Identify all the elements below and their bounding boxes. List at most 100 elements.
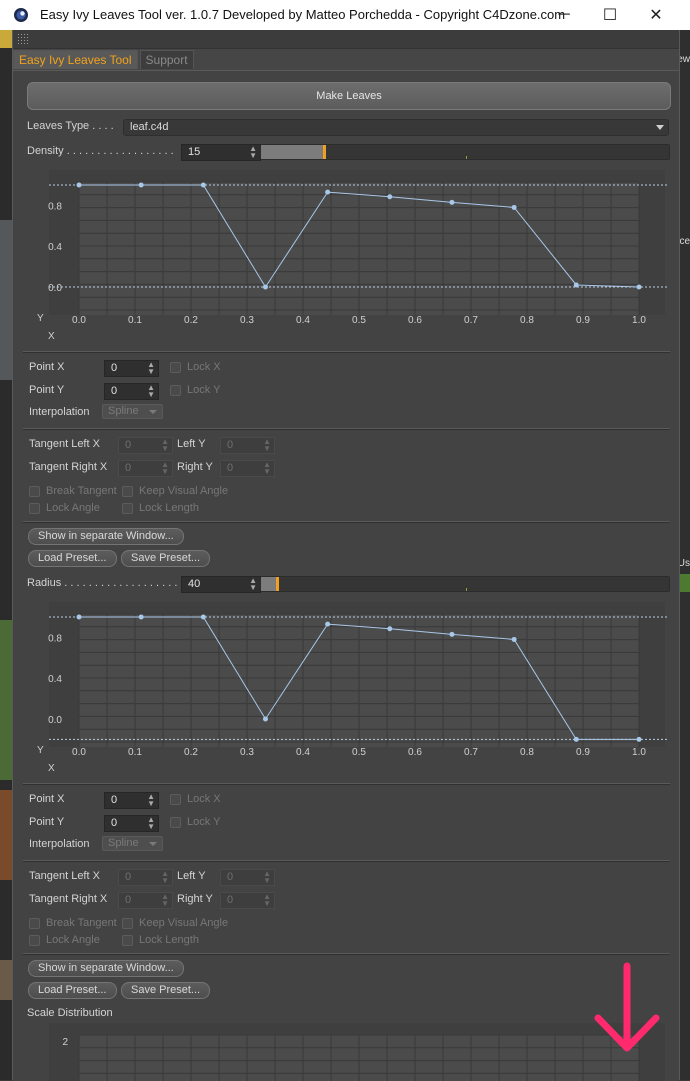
- spline-point: [449, 631, 455, 637]
- radius-slider[interactable]: [260, 576, 670, 592]
- point-y-value: 0: [111, 817, 118, 829]
- window-title: Easy Ivy Leaves Tool ver. 1.0.7 Develope…: [40, 7, 566, 22]
- spinner-icon[interactable]: ▲ ▼: [249, 577, 257, 592]
- maximize-button[interactable]: ☐: [587, 0, 633, 30]
- checkbox-box[interactable]: [29, 917, 40, 929]
- spline-point: [325, 189, 331, 195]
- spline-point: [325, 621, 331, 627]
- interpolation-value: Spline: [108, 405, 139, 417]
- tangent-left-x-input[interactable]: 0 ▲ ▼: [118, 437, 173, 454]
- radius-input[interactable]: 40 ▲ ▼: [181, 576, 261, 593]
- annotation-arrow-down-icon: [594, 962, 660, 1052]
- checkbox-box[interactable]: [122, 917, 133, 929]
- spline-point: [636, 284, 642, 290]
- checkbox-box[interactable]: [122, 502, 133, 514]
- minimize-button[interactable]: ─: [541, 0, 587, 30]
- lock-x-checkbox[interactable]: Lock X: [170, 793, 221, 805]
- lock-x-checkbox[interactable]: Lock X: [170, 361, 221, 373]
- radius-spline-chart[interactable]: 0.8 0.4 0.0 0.0 0.1 0.2 0.3 0.4 0.5 0.6 0.7 0.8 0.9 1…: [13, 602, 679, 798]
- lock-angle-checkbox[interactable]: Lock Angle: [29, 934, 100, 946]
- checkbox-box[interactable]: [122, 934, 133, 946]
- checkbox-box[interactable]: [29, 934, 40, 946]
- spinner-icon[interactable]: ▲ ▼: [147, 384, 155, 399]
- checkbox-box[interactable]: [170, 361, 181, 373]
- point-x-input[interactable]: 0 ▲ ▼: [104, 360, 159, 377]
- make-leaves-button[interactable]: Make Leaves: [27, 82, 671, 110]
- divider: [23, 860, 670, 862]
- density-spline-chart[interactable]: 0.8 0.4 0.0 0.0 0.1 0.2 0.3 0.4 0.5 0.6 0.7 0.8 0.9 1…: [13, 170, 679, 366]
- y-tick-label: 0.4: [48, 242, 62, 253]
- interpolation-value: Spline: [108, 837, 139, 849]
- break-tangent-checkbox[interactable]: Break Tangent: [29, 917, 117, 929]
- spinner-icon[interactable]: ▲ ▼: [147, 816, 155, 831]
- tangent-right-x-input[interactable]: 0 ▲ ▼: [118, 892, 173, 909]
- left-y-value: 0: [227, 871, 234, 883]
- checkbox-box[interactable]: [29, 502, 40, 514]
- density-input[interactable]: 15 ▲ ▼: [181, 144, 261, 161]
- lock-y-checkbox[interactable]: Lock Y: [170, 816, 220, 828]
- x-tick-label: 0.2: [184, 315, 198, 326]
- save-preset-button[interactable]: Save Preset...: [121, 550, 211, 567]
- lock-length-checkbox[interactable]: Lock Length: [122, 502, 199, 514]
- close-button[interactable]: ✕: [633, 0, 679, 30]
- load-preset-button[interactable]: Load Preset...: [28, 550, 117, 567]
- scale-distribution-chart[interactable]: 2: [13, 1023, 679, 1081]
- checkbox-box[interactable]: [122, 485, 133, 497]
- point-x-input[interactable]: 0 ▲ ▼: [104, 792, 159, 809]
- spline-point: [511, 636, 517, 642]
- right-y-input[interactable]: 0 ▲ ▼: [220, 892, 275, 909]
- leaves-type-label: Leaves Type . . . .: [27, 120, 114, 132]
- chevron-down-icon: [656, 125, 664, 130]
- left-y-value: 0: [227, 439, 234, 451]
- tangent-right-x-value: 0: [125, 462, 132, 474]
- save-preset-button[interactable]: Save Preset...: [121, 982, 211, 999]
- spinner-icon: ▲ ▼: [161, 869, 169, 885]
- spline-point: [636, 736, 642, 742]
- keep-visual-angle-label: Keep Visual Angle: [139, 917, 229, 929]
- show-in-separate-window-button[interactable]: Show in separate Window...: [28, 528, 184, 545]
- radius-slider-handle[interactable]: [276, 577, 279, 591]
- interpolation-select[interactable]: Spline: [102, 404, 163, 419]
- grip-icon[interactable]: [17, 33, 28, 44]
- density-slider[interactable]: [260, 144, 670, 160]
- x-tick-label: 0.9: [576, 315, 590, 326]
- lock-y-checkbox[interactable]: Lock Y: [170, 384, 220, 396]
- tangent-right-x-input[interactable]: 0 ▲ ▼: [118, 460, 173, 477]
- point-y-input[interactable]: 0 ▲ ▼: [104, 383, 159, 400]
- right-y-input[interactable]: 0 ▲ ▼: [220, 460, 275, 477]
- checkbox-box[interactable]: [29, 485, 40, 497]
- y-tick-label: 0.8: [48, 201, 62, 212]
- spinner-icon[interactable]: ▲ ▼: [147, 361, 155, 376]
- spline-point: [573, 282, 579, 288]
- checkbox-box[interactable]: [170, 816, 181, 828]
- load-preset-button[interactable]: Load Preset...: [28, 982, 117, 999]
- window-titlebar[interactable]: Easy Ivy Leaves Tool ver. 1.0.7 Develope…: [0, 0, 690, 30]
- point-y-input[interactable]: 0 ▲ ▼: [104, 815, 159, 832]
- density-slider-handle[interactable]: [323, 145, 326, 159]
- tab-support[interactable]: Support: [139, 50, 194, 69]
- break-tangent-checkbox[interactable]: Break Tangent: [29, 485, 117, 497]
- lock-length-checkbox[interactable]: Lock Length: [122, 934, 199, 946]
- lock-angle-checkbox[interactable]: Lock Angle: [29, 502, 100, 514]
- spinner-icon[interactable]: ▲ ▼: [249, 145, 257, 160]
- show-in-separate-window-button[interactable]: Show in separate Window...: [28, 960, 184, 977]
- tangent-left-x-input[interactable]: 0 ▲ ▼: [118, 869, 173, 886]
- left-y-label: Left Y: [177, 870, 206, 882]
- menu-strip: [13, 30, 679, 49]
- tangent-right-x-value: 0: [125, 894, 132, 906]
- keep-visual-angle-checkbox[interactable]: Keep Visual Angle: [122, 485, 228, 497]
- spinner-icon[interactable]: ▲ ▼: [147, 793, 155, 808]
- checkbox-box[interactable]: [170, 793, 181, 805]
- x-tick-label: 0.7: [464, 747, 478, 758]
- left-y-input[interactable]: 0 ▲ ▼: [220, 869, 275, 886]
- keep-visual-angle-checkbox[interactable]: Keep Visual Angle: [122, 917, 228, 929]
- tab-easy-ivy-leaves-tool[interactable]: Easy Ivy Leaves Tool: [13, 50, 138, 69]
- x-tick-label: 0.8: [520, 315, 534, 326]
- left-y-input[interactable]: 0 ▲ ▼: [220, 437, 275, 454]
- spinner-icon: ▲ ▼: [161, 460, 169, 476]
- checkbox-box[interactable]: [170, 384, 181, 396]
- x-axis-label: X: [48, 763, 55, 774]
- x-tick-label: 0.7: [464, 315, 478, 326]
- interpolation-select[interactable]: Spline: [102, 836, 163, 851]
- leaves-type-dropdown[interactable]: leaf.c4d: [123, 119, 669, 136]
